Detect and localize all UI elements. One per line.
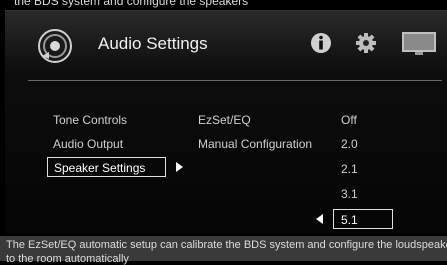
value-option[interactable]: 3.1	[341, 187, 358, 201]
disc-speaker-icon[interactable]	[36, 28, 74, 64]
tv-icon[interactable]	[402, 32, 436, 56]
help-text-line2: to the room automatically	[6, 253, 129, 265]
header-divider	[28, 80, 442, 81]
submenu-manual-configuration[interactable]: Manual Configuration	[198, 137, 312, 151]
help-footer: The EzSet/EQ automatic setup can calibra…	[0, 236, 447, 265]
value-option[interactable]: 2.1	[341, 162, 358, 176]
menu-item-label: Speaker Settings	[54, 161, 146, 175]
submenu-ezset-eq[interactable]: EzSet/EQ	[198, 113, 251, 127]
menu-item-speaker-settings[interactable]: Speaker Settings	[47, 157, 166, 177]
header-bar: Audio Settings	[5, 11, 447, 74]
value-option-selected[interactable]: 5.1	[333, 209, 393, 229]
gear-icon[interactable]	[355, 32, 377, 54]
right-arrow-icon	[176, 162, 183, 172]
value-option[interactable]: 2.0	[341, 137, 358, 151]
menu-item-audio-output[interactable]: Audio Output	[53, 137, 123, 151]
value-option[interactable]: Off	[341, 113, 357, 127]
page-title: Audio Settings	[98, 34, 208, 53]
left-arrow-icon	[316, 214, 323, 224]
top-strip-text: the BDS system and configure the speaker…	[14, 0, 249, 8]
value-label: 5.1	[341, 213, 358, 227]
info-icon[interactable]	[310, 32, 332, 54]
help-text-line1: The EzSet/EQ automatic setup can calibra…	[6, 239, 447, 251]
top-strip: the BDS system and configure the speaker…	[0, 0, 447, 10]
menu-item-tone-controls[interactable]: Tone Controls	[53, 113, 127, 127]
